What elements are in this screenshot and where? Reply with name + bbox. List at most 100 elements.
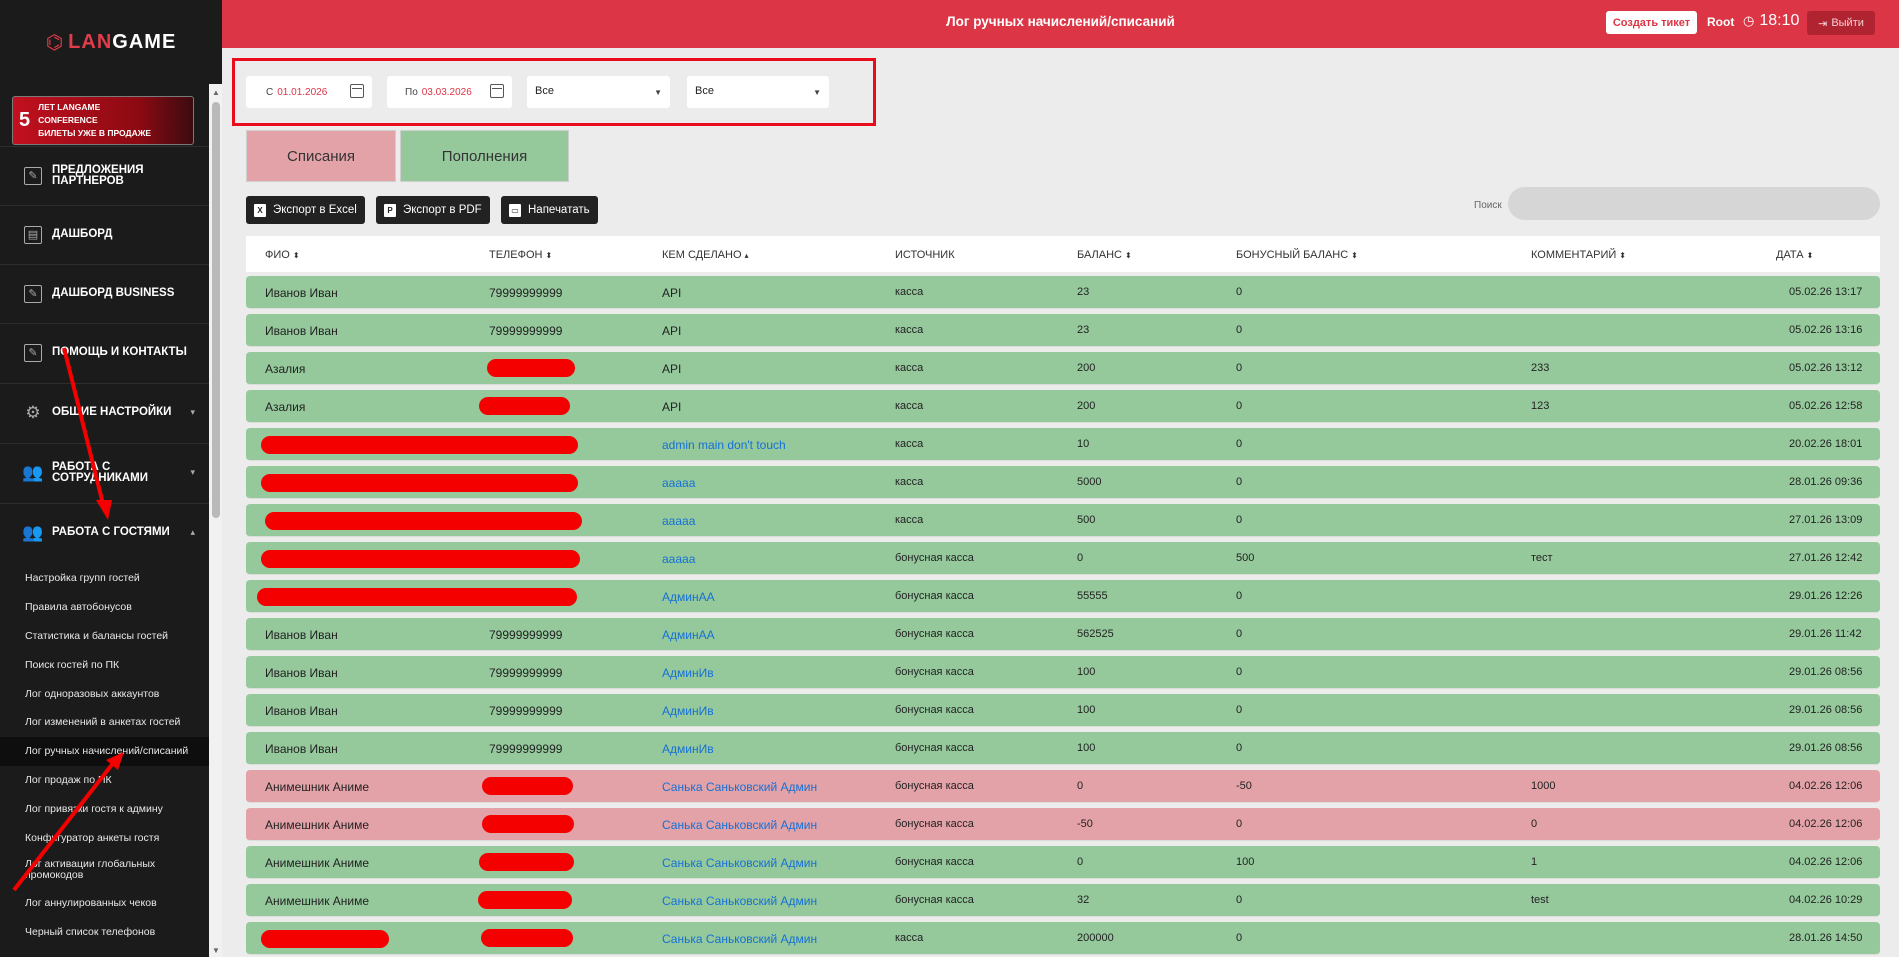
table-row[interactable]: АдминАА бонусная касса 55555 0 29.01.26 12:2… bbox=[246, 580, 1880, 613]
submenu-item[interactable]: Лог аннулированных чеков bbox=[0, 889, 209, 918]
sidebar-item-label: РАБОТА С ГОСТЯМИ bbox=[52, 526, 170, 538]
cell-by[interactable]: АдминИв bbox=[662, 666, 714, 680]
table-row[interactable]: Иванов Иван 79999999999 АдминАА бонусная ка… bbox=[246, 618, 1880, 651]
table-row[interactable]: admin main don't touch касса 10 0 20.02.26 1… bbox=[246, 428, 1880, 461]
search-label: Поиск bbox=[1474, 200, 1502, 211]
conference-banner[interactable]: 5 ЛЕТ LANGAME CONFERENCE БИЛЕТЫ УЖЕ В ПР… bbox=[12, 96, 194, 145]
date-to-field[interactable]: По 03.03.2026 bbox=[387, 76, 512, 108]
submenu-item[interactable]: Лог продаж по ПК bbox=[0, 766, 209, 795]
table-row[interactable]: ааааа бонусная касса 0 500 тест 27.01.26 12:4… bbox=[246, 542, 1880, 575]
sidebar-item-staff[interactable]: 👥 РАБОТА С СОТРУДНИКАМИ ▾ bbox=[0, 443, 209, 501]
sidebar-item-dashboard[interactable]: ▤ ДАШБОРД bbox=[0, 205, 209, 263]
cell-date: 05.02.26 12:58 bbox=[1789, 400, 1863, 412]
create-ticket-button[interactable]: Создать тикет bbox=[1606, 11, 1697, 34]
sidebar-item-partners[interactable]: ✎ ПРЕДЛОЖЕНИЯ ПАРТНЕРОВ bbox=[0, 146, 209, 204]
table-row[interactable]: Анимешник Аниме Санька Саньковский Админ б… bbox=[246, 846, 1880, 879]
date-from-field[interactable]: С 01.01.2026 bbox=[246, 76, 372, 108]
table-row[interactable]: Анимешник Аниме Санька Саньковский Админ б… bbox=[246, 770, 1880, 803]
submenu-item[interactable]: Поиск гостей по ПК bbox=[0, 650, 209, 679]
cell-source: бонусная касса bbox=[895, 742, 974, 754]
calendar-icon[interactable] bbox=[350, 84, 364, 98]
cell-by[interactable]: АдминАА bbox=[662, 628, 715, 642]
cell-balance: 562525 bbox=[1077, 628, 1114, 640]
submenu-item-active[interactable]: Лог ручных начислений/списаний bbox=[0, 736, 209, 766]
print-button[interactable]: ▭ Напечатать bbox=[501, 196, 598, 224]
submenu-item[interactable]: Конфигуратор анкеты гостя bbox=[0, 823, 209, 852]
submenu-item[interactable]: Лог изменений в анкетах гостей bbox=[0, 708, 209, 737]
logo-icon: ⌬ bbox=[45, 31, 65, 54]
scroll-down-icon[interactable]: ▼ bbox=[212, 946, 220, 955]
column-header-source: ИСТОЧНИК bbox=[895, 249, 955, 261]
sidebar-scrollbar[interactable]: ▲ ▼ bbox=[209, 84, 222, 957]
cell-by: API bbox=[662, 400, 682, 414]
submenu-item[interactable]: Настройка групп гостей bbox=[0, 564, 209, 593]
sidebar-item-general-settings[interactable]: ⚙ ОБЩИЕ НАСТРОЙКИ ▾ bbox=[0, 383, 209, 441]
cell-by[interactable]: ааааа bbox=[662, 552, 695, 566]
table-row[interactable]: Иванов Иван 79999999999 АдминИв бонусная ка… bbox=[246, 694, 1880, 727]
table-row[interactable]: Азалия API касса 200 0 123 05.02.26 12:58 bbox=[246, 390, 1880, 423]
cell-by[interactable]: АдминИв bbox=[662, 704, 714, 718]
scroll-up-icon[interactable]: ▲ bbox=[212, 88, 220, 97]
filter-select-1[interactable]: Все ▼ bbox=[527, 76, 670, 108]
column-header-name[interactable]: ФИО ⬍ bbox=[265, 249, 300, 261]
table-row[interactable]: Анимешник Аниме Санька Саньковский Админ б… bbox=[246, 808, 1880, 841]
cell-by[interactable]: ааааа bbox=[662, 514, 695, 528]
table-row[interactable]: Иванов Иван 79999999999 АдминИв бонусная ка… bbox=[246, 656, 1880, 689]
cell-by[interactable]: АдминАА bbox=[662, 590, 715, 604]
langame-logo[interactable]: ⌬ LAN GAME bbox=[0, 0, 222, 84]
filter-select-2-value: Все bbox=[695, 85, 714, 97]
cell-by[interactable]: Санька Саньковский Админ bbox=[662, 856, 817, 870]
export-excel-button[interactable]: X Экспорт в Excel bbox=[246, 196, 365, 224]
cell-phone: 79999999999 bbox=[489, 324, 563, 338]
column-header-phone[interactable]: ТЕЛЕФОН ⬍ bbox=[489, 249, 552, 261]
table-row[interactable]: Иванов Иван 79999999999 API касса 23 0 05.02.2… bbox=[246, 276, 1880, 309]
printer-icon: ▭ bbox=[509, 203, 521, 217]
sidebar-item-guests[interactable]: 👥 РАБОТА С ГОСТЯМИ ▴ bbox=[0, 503, 209, 561]
cell-source: касса bbox=[895, 932, 924, 944]
column-header-by[interactable]: КЕМ СДЕЛАНО ▴ bbox=[662, 249, 749, 261]
filter-select-2[interactable]: Все ▼ bbox=[687, 76, 829, 108]
sidebar-item-help[interactable]: ✎ ПОМОЩЬ И КОНТАКТЫ bbox=[0, 323, 209, 381]
table-row[interactable]: Иванов Иван 79999999999 API касса 23 0 05.02.2… bbox=[246, 314, 1880, 347]
tab-writeoffs[interactable]: Списания bbox=[246, 130, 396, 182]
cell-date: 29.01.26 11:42 bbox=[1789, 628, 1862, 640]
column-header-bonus[interactable]: БОНУСНЫЙ БАЛАНС ⬍ bbox=[1236, 249, 1358, 261]
cell-by[interactable]: ааааа bbox=[662, 476, 695, 490]
submenu-item[interactable]: Правила автобонусов bbox=[0, 593, 209, 622]
export-pdf-label: Экспорт в PDF bbox=[403, 204, 482, 216]
sort-icon: ⬍ bbox=[1351, 251, 1358, 260]
submenu-item[interactable]: Лог активации глобальных промокодов bbox=[0, 852, 209, 889]
cell-by[interactable]: Санька Саньковский Админ bbox=[662, 780, 817, 794]
table-row[interactable]: ааааа касса 500 0 27.01.26 13:09 bbox=[246, 504, 1880, 537]
redaction-mark bbox=[481, 929, 573, 947]
redaction-mark bbox=[487, 359, 575, 377]
table-row[interactable]: Анимешник Аниме Санька Саньковский Админ б… bbox=[246, 884, 1880, 917]
column-header-date[interactable]: ДАТА ⬍ bbox=[1776, 249, 1813, 261]
cell-date: 05.02.26 13:16 bbox=[1789, 324, 1863, 336]
cell-by[interactable]: Санька Саньковский Админ bbox=[662, 894, 817, 908]
tab-topups[interactable]: Пополнения bbox=[400, 130, 569, 182]
scrollbar-thumb[interactable] bbox=[212, 102, 220, 518]
cell-by[interactable]: Санька Саньковский Админ bbox=[662, 818, 817, 832]
cell-by[interactable]: Санька Саньковский Админ bbox=[662, 932, 817, 946]
submenu-item[interactable]: Черный список телефонов bbox=[0, 918, 209, 947]
logout-button[interactable]: ⇥ Выйти bbox=[1807, 11, 1875, 35]
submenu-item[interactable]: Статистика и балансы гостей bbox=[0, 622, 209, 651]
column-header-comment[interactable]: КОММЕНТАРИЙ ⬍ bbox=[1531, 249, 1626, 261]
table-row[interactable]: Азалия API касса 200 0 233 05.02.26 13:12 bbox=[246, 352, 1880, 385]
cell-comment: test bbox=[1531, 894, 1549, 906]
table-row[interactable]: Санька Саньковский Админ касса 200000 0 28.0… bbox=[246, 922, 1880, 955]
cell-by[interactable]: admin main don't touch bbox=[662, 438, 786, 452]
submenu-item[interactable]: Лог привязки гостя к админу bbox=[0, 794, 209, 823]
export-pdf-button[interactable]: P Экспорт в PDF bbox=[376, 196, 490, 224]
search-input[interactable] bbox=[1508, 187, 1880, 220]
sidebar-item-dashboard-business[interactable]: ✎ ДАШБОРД BUSINESS bbox=[0, 264, 209, 322]
submenu-item[interactable]: Лог одноразовых аккаунтов bbox=[0, 679, 209, 708]
table-row[interactable]: Иванов Иван 79999999999 АдминИв бонусная ка… bbox=[246, 732, 1880, 765]
column-header-balance[interactable]: БАЛАНС ⬍ bbox=[1077, 249, 1132, 261]
cell-name: Иванов Иван bbox=[265, 324, 338, 338]
calendar-icon[interactable] bbox=[490, 84, 504, 98]
table-row[interactable]: ааааа касса 5000 0 28.01.26 09:36 bbox=[246, 466, 1880, 499]
cell-by[interactable]: АдминИв bbox=[662, 742, 714, 756]
clock: ◷ 18:10 bbox=[1743, 12, 1799, 30]
